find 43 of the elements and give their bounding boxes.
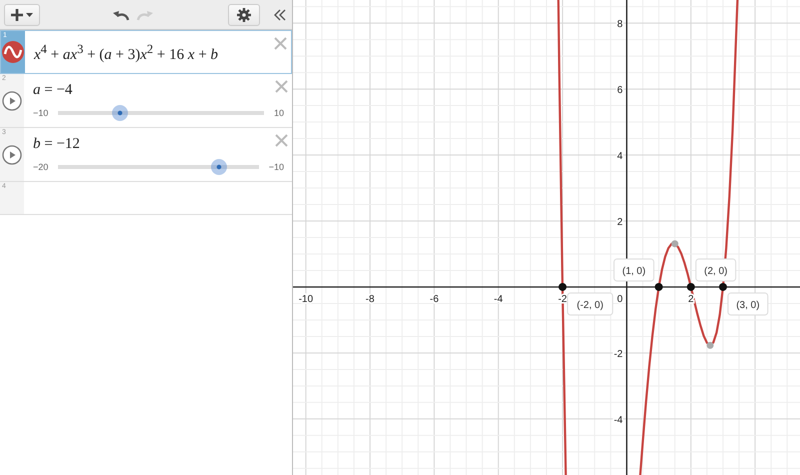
point-label: (3, 0)	[727, 292, 768, 316]
settings-button[interactable]	[228, 4, 260, 26]
add-icon	[10, 8, 34, 22]
axis-tick-label: 2	[617, 217, 623, 228]
annotation: (2, 0)	[704, 266, 728, 277]
math-expression[interactable]: x$^{4}$ + ax$^{3}$ + (a + 3)x$^{2}$ + 16 x + b	[34, 42, 283, 64]
annotation: (3, 0)	[736, 300, 760, 311]
math-expression[interactable]: b = −12	[33, 136, 284, 153]
annotation: (-2, 0)	[576, 300, 604, 311]
add-item-button[interactable]	[4, 4, 40, 26]
axis-tick-label: -4	[494, 294, 503, 305]
slider-max: −10	[268, 162, 284, 172]
math-expression[interactable]: a = −4	[33, 82, 284, 99]
point-label: (-2, 0)	[567, 292, 614, 316]
axis-tick-label: 6	[617, 85, 623, 96]
intercept-point[interactable]	[654, 282, 663, 291]
point-label: (2, 0)	[695, 258, 736, 282]
axis-tick-label: -2	[614, 348, 623, 360]
graph-style-icon[interactable]	[2, 41, 24, 63]
slider-min: −10	[33, 108, 48, 118]
axis-tick-label: -4	[614, 414, 623, 426]
gear-icon	[237, 8, 251, 22]
origin-label: 0	[617, 294, 623, 305]
axis-tick-label: 4	[617, 151, 623, 162]
intercept-point[interactable]	[686, 282, 695, 291]
annotation: (1, 0)	[622, 266, 646, 277]
play-icon[interactable]	[2, 144, 22, 164]
axis-tick-label: -6	[430, 294, 439, 305]
slider-thumb[interactable]	[210, 159, 227, 175]
collapse-panel-icon[interactable]	[274, 8, 286, 20]
extremum-point[interactable]	[706, 342, 714, 349]
undo-icon[interactable]	[112, 8, 130, 20]
point-label: (1, 0)	[614, 258, 654, 282]
slider-min: −20	[33, 162, 48, 172]
axis-tick-label: -8	[366, 294, 374, 305]
axis-tick-label: -10	[298, 294, 314, 305]
extremum-point[interactable]	[671, 240, 678, 248]
slider-max: 10	[274, 108, 284, 118]
axis-tick-label: 8	[617, 19, 623, 30]
intercept-point[interactable]	[718, 282, 727, 291]
play-icon[interactable]	[2, 90, 22, 110]
intercept-point[interactable]	[558, 282, 567, 291]
slider-thumb[interactable]	[112, 105, 128, 121]
